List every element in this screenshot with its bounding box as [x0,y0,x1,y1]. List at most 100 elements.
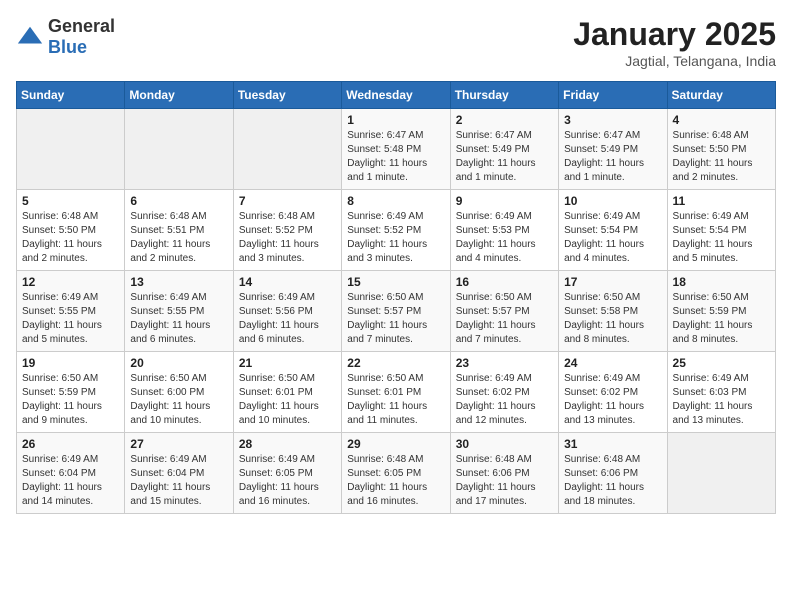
day-number: 21 [239,356,336,370]
table-cell: 12 Sunrise: 6:49 AM Sunset: 5:55 PM Dayli… [17,271,125,352]
table-cell: 31 Sunrise: 6:48 AM Sunset: 6:06 PM Dayli… [559,433,667,514]
day-number: 9 [456,194,553,208]
day-number: 22 [347,356,444,370]
table-cell: 17Sunrise: 6:50 AM Sunset: 5:58 PM Dayli… [559,271,667,352]
calendar-header: Sunday Monday Tuesday Wednesday Thursday… [17,82,776,109]
day-info: Sunrise: 6:49 AM Sunset: 6:03 PM Dayligh… [673,372,770,428]
week-row-3: 19Sunrise: 6:50 AM Sunset: 5:59 PM Dayli… [17,352,776,433]
week-row-1: 5Sunrise: 6:48 AM Sunset: 5:50 PM Daylig… [17,190,776,271]
header-sunday: Sunday [17,82,125,109]
day-info: Sunrise: 6:49 AM Sunset: 5:56 PM Dayligh… [239,291,336,347]
week-row-0: 1Sunrise: 6:47 AM Sunset: 5:48 PM Daylig… [17,109,776,190]
table-cell: 23 Sunrise: 6:49 AM Sunset: 6:02 PM Dayli… [450,352,558,433]
table-cell: 20 Sunrise: 6:50 AM Sunset: 6:00 PM Dayli… [125,352,233,433]
table-cell [125,109,233,190]
day-number: 17 [564,275,661,289]
table-cell: 27 Sunrise: 6:49 AM Sunset: 6:04 PM Dayli… [125,433,233,514]
day-number: 11 [673,194,770,208]
week-row-2: 12 Sunrise: 6:49 AM Sunset: 5:55 PM Dayli… [17,271,776,352]
day-number: 10 [564,194,661,208]
day-number: 18 [673,275,770,289]
day-number: 20 [130,356,227,370]
day-info: Sunrise: 6:48 AM Sunset: 6:06 PM Dayligh… [456,453,553,509]
day-number: 29 [347,437,444,451]
day-number: 31 [564,437,661,451]
calendar-body: 1Sunrise: 6:47 AM Sunset: 5:48 PM Daylig… [17,109,776,514]
logo-general: General [48,16,115,36]
day-number: 4 [673,113,770,127]
table-cell: 29 Sunrise: 6:48 AM Sunset: 6:05 PM Dayli… [342,433,450,514]
day-number: 12 [22,275,119,289]
day-info: Sunrise: 6:50 AM Sunset: 5:59 PM Dayligh… [673,291,770,347]
table-cell: 28 Sunrise: 6:49 AM Sunset: 6:05 PM Dayli… [233,433,341,514]
table-cell: 21Sunrise: 6:50 AM Sunset: 6:01 PM Dayli… [233,352,341,433]
day-info: Sunrise: 6:48 AM Sunset: 6:05 PM Dayligh… [347,453,444,509]
day-info: Sunrise: 6:49 AM Sunset: 5:55 PM Dayligh… [22,291,119,347]
day-number: 8 [347,194,444,208]
table-cell: 10 Sunrise: 6:49 AM Sunset: 5:54 PM Dayli… [559,190,667,271]
header-wednesday: Wednesday [342,82,450,109]
table-cell: 11 Sunrise: 6:49 AM Sunset: 5:54 PM Dayli… [667,190,775,271]
day-info: Sunrise: 6:47 AM Sunset: 5:49 PM Dayligh… [456,129,553,185]
page-header: General Blue January 2025 Jagtial, Telan… [16,16,776,69]
day-info: Sunrise: 6:49 AM Sunset: 5:52 PM Dayligh… [347,210,444,266]
day-info: Sunrise: 6:49 AM Sunset: 6:04 PM Dayligh… [130,453,227,509]
day-info: Sunrise: 6:49 AM Sunset: 5:55 PM Dayligh… [130,291,227,347]
day-info: Sunrise: 6:49 AM Sunset: 6:02 PM Dayligh… [564,372,661,428]
table-cell: 1Sunrise: 6:47 AM Sunset: 5:48 PM Daylig… [342,109,450,190]
header-saturday: Saturday [667,82,775,109]
day-number: 30 [456,437,553,451]
day-info: Sunrise: 6:48 AM Sunset: 5:52 PM Dayligh… [239,210,336,266]
table-cell: 25 Sunrise: 6:49 AM Sunset: 6:03 PM Dayli… [667,352,775,433]
day-number: 25 [673,356,770,370]
day-number: 23 [456,356,553,370]
header-monday: Monday [125,82,233,109]
day-info: Sunrise: 6:48 AM Sunset: 6:06 PM Dayligh… [564,453,661,509]
day-number: 28 [239,437,336,451]
logo: General Blue [16,16,115,58]
week-row-4: 26 Sunrise: 6:49 AM Sunset: 6:04 PM Dayli… [17,433,776,514]
table-cell: 13Sunrise: 6:49 AM Sunset: 5:55 PM Dayli… [125,271,233,352]
day-info: Sunrise: 6:50 AM Sunset: 6:00 PM Dayligh… [130,372,227,428]
day-number: 6 [130,194,227,208]
day-number: 27 [130,437,227,451]
day-number: 24 [564,356,661,370]
table-cell: 9Sunrise: 6:49 AM Sunset: 5:53 PM Daylig… [450,190,558,271]
day-number: 7 [239,194,336,208]
day-number: 3 [564,113,661,127]
day-info: Sunrise: 6:50 AM Sunset: 5:57 PM Dayligh… [347,291,444,347]
day-number: 16 [456,275,553,289]
table-cell: 26 Sunrise: 6:49 AM Sunset: 6:04 PM Dayli… [17,433,125,514]
day-info: Sunrise: 6:48 AM Sunset: 5:51 PM Dayligh… [130,210,227,266]
table-cell [17,109,125,190]
day-number: 2 [456,113,553,127]
day-info: Sunrise: 6:49 AM Sunset: 6:05 PM Dayligh… [239,453,336,509]
logo-text: General Blue [48,16,115,58]
calendar-location: Jagtial, Telangana, India [573,53,776,69]
day-number: 14 [239,275,336,289]
table-cell: 4Sunrise: 6:48 AM Sunset: 5:50 PM Daylig… [667,109,775,190]
table-cell: 5Sunrise: 6:48 AM Sunset: 5:50 PM Daylig… [17,190,125,271]
table-cell: 30 Sunrise: 6:48 AM Sunset: 6:06 PM Dayli… [450,433,558,514]
calendar-table: Sunday Monday Tuesday Wednesday Thursday… [16,81,776,514]
table-cell: 8 Sunrise: 6:49 AM Sunset: 5:52 PM Daylig… [342,190,450,271]
day-info: Sunrise: 6:49 AM Sunset: 6:02 PM Dayligh… [456,372,553,428]
days-header-row: Sunday Monday Tuesday Wednesday Thursday… [17,82,776,109]
day-number: 15 [347,275,444,289]
header-thursday: Thursday [450,82,558,109]
day-info: Sunrise: 6:49 AM Sunset: 5:54 PM Dayligh… [673,210,770,266]
day-info: Sunrise: 6:50 AM Sunset: 5:59 PM Dayligh… [22,372,119,428]
table-cell: 22 Sunrise: 6:50 AM Sunset: 6:01 PM Dayli… [342,352,450,433]
day-number: 1 [347,113,444,127]
table-cell: 15 Sunrise: 6:50 AM Sunset: 5:57 PM Dayli… [342,271,450,352]
table-cell: 2 Sunrise: 6:47 AM Sunset: 5:49 PM Daylig… [450,109,558,190]
day-number: 26 [22,437,119,451]
day-info: Sunrise: 6:49 AM Sunset: 5:54 PM Dayligh… [564,210,661,266]
day-info: Sunrise: 6:49 AM Sunset: 6:04 PM Dayligh… [22,453,119,509]
calendar-title: January 2025 [573,16,776,53]
table-cell: 7 Sunrise: 6:48 AM Sunset: 5:52 PM Daylig… [233,190,341,271]
day-info: Sunrise: 6:47 AM Sunset: 5:49 PM Dayligh… [564,129,661,185]
table-cell [667,433,775,514]
day-info: Sunrise: 6:50 AM Sunset: 6:01 PM Dayligh… [347,372,444,428]
day-info: Sunrise: 6:50 AM Sunset: 5:57 PM Dayligh… [456,291,553,347]
